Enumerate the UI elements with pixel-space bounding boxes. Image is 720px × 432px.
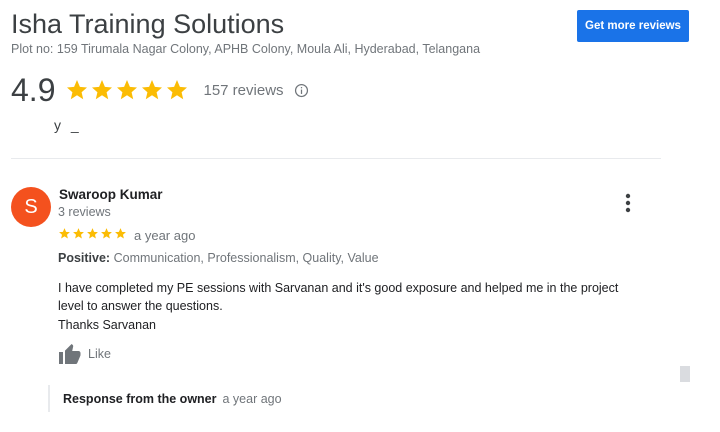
reviewer-review-count[interactable]: 3 reviews: [58, 205, 111, 219]
business-title: Isha Training Solutions: [11, 9, 285, 39]
thumb-up-icon: [59, 344, 81, 364]
review-text: I have completed my PE sessions with Sar…: [58, 279, 648, 334]
rating-stars: [65, 78, 189, 102]
previous-review-fragment: y _: [54, 117, 82, 133]
avatar[interactable]: S: [11, 187, 51, 227]
review-text-line: I have completed my PE sessions with Sar…: [58, 281, 619, 295]
owner-response-label: Response from the owner: [63, 391, 217, 406]
review-text-line: level to answer the questions.: [58, 299, 223, 314]
business-address: Plot no: 159 Tirumala Nagar Colony, APHB…: [11, 42, 481, 56]
star-icon: [87, 228, 98, 239]
star-icon: [59, 228, 70, 239]
positive-values: Communication, Professionalism, Quality,…: [113, 251, 379, 265]
star-icon: [67, 80, 88, 100]
reviewer-name[interactable]: Swaroop Kumar: [59, 187, 163, 202]
like-label: Like: [88, 347, 111, 361]
star-icon: [92, 80, 113, 100]
rating-value: 4.9: [11, 71, 56, 108]
review-stars: [58, 227, 127, 240]
more-vert-icon[interactable]: [619, 192, 637, 214]
review-time: a year ago: [134, 228, 196, 243]
scrollbar-thumb[interactable]: [680, 366, 690, 382]
owner-response-time: a year ago: [222, 391, 282, 406]
star-icon: [117, 80, 138, 100]
get-more-reviews-button[interactable]: Get more reviews: [577, 10, 689, 42]
review-count: 157 reviews: [203, 81, 284, 99]
positive-label: Positive:: [58, 251, 111, 265]
like-button[interactable]: Like: [58, 343, 111, 365]
review-positive-attributes: Positive: Communication, Professionalism…: [58, 251, 379, 265]
star-icon: [142, 80, 163, 100]
star-icon: [101, 228, 112, 239]
info-icon[interactable]: [294, 83, 309, 98]
star-icon: [115, 228, 126, 239]
rating-summary: 4.9 157 reviews: [11, 70, 309, 110]
star-icon: [73, 228, 84, 239]
owner-response: Response from the owner a year ago: [48, 385, 282, 412]
review-divider: [11, 158, 661, 159]
star-icon: [167, 80, 188, 100]
review-text-line: Thanks Sarvanan: [58, 317, 156, 332]
